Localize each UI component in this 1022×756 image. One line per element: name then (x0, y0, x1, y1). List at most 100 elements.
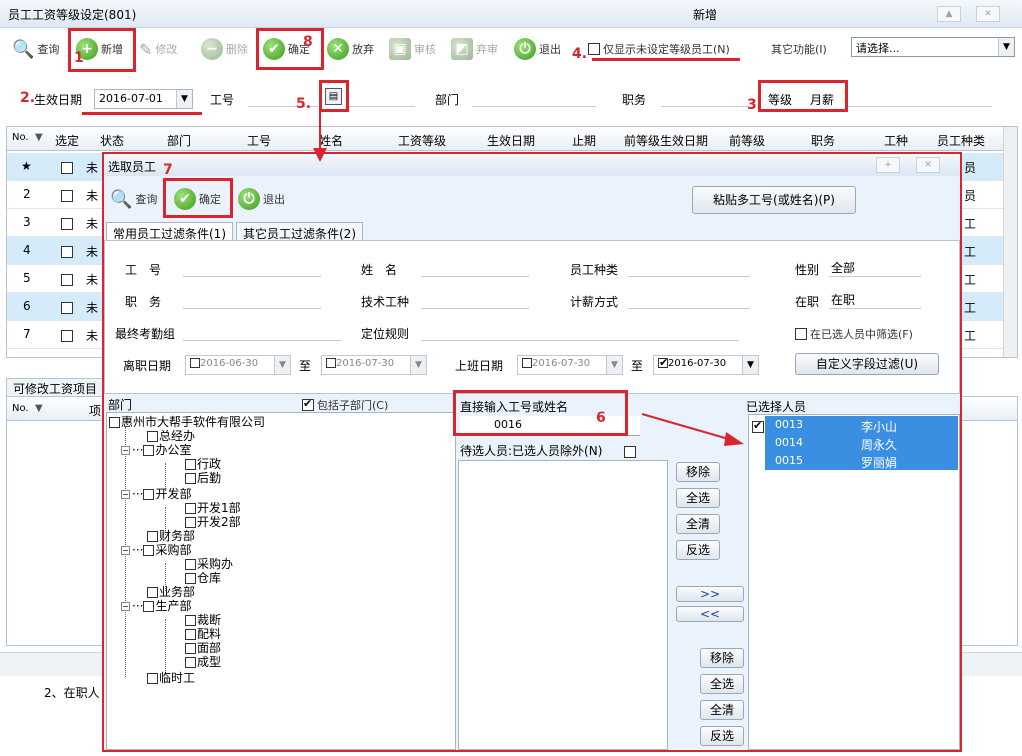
tree-node[interactable]: 采购办 (185, 557, 233, 571)
dialog-close-icon[interactable]: ✕ (916, 157, 940, 173)
filter-job-input[interactable] (183, 291, 321, 309)
select-employee-dialog: 选取员工 + ✕ 🔍 查询 ✔ 确定 ⏻ 退出 粘贴多工号(或姓名)(P) 常用员工过… (102, 152, 962, 752)
tree-node[interactable]: 配料 (185, 627, 221, 641)
move-left-button[interactable]: << (676, 606, 744, 622)
work-to-picker[interactable]: 2016-07-30▼ (653, 355, 759, 375)
filter-empno-input[interactable] (183, 259, 321, 277)
collapse-icon[interactable]: − (121, 490, 130, 499)
filter-in-selected-checkbox[interactable]: 在已选人员中筛选(F) (795, 321, 913, 347)
tree-node[interactable]: 开发2部 (185, 515, 241, 529)
audit-button[interactable]: ▣ 审核 (389, 36, 436, 62)
pending-checkbox[interactable] (624, 445, 636, 458)
row-checkbox[interactable] (61, 329, 73, 342)
selected-checkbox[interactable] (752, 419, 764, 433)
collapse-icon[interactable]: − (121, 546, 130, 555)
tree-node[interactable]: 成型 (185, 655, 221, 669)
tree-node[interactable]: 业务部 (147, 585, 195, 599)
filter-gender-select[interactable]: 全部 (829, 259, 921, 277)
grid-vscrollbar[interactable] (1003, 127, 1017, 357)
edit-button[interactable]: ✎ 修改 (139, 36, 177, 62)
tab-editable-items[interactable]: 可修改工资项目 (6, 378, 106, 396)
annotation-arrow-down (313, 110, 327, 162)
row-checkbox[interactable] (61, 301, 73, 314)
dialog-exit-button[interactable]: ⏻ 退出 (238, 186, 285, 212)
selected-clear-button[interactable]: 全清 (700, 700, 744, 720)
filter-name-input[interactable] (421, 259, 529, 277)
row-checkbox[interactable] (61, 161, 73, 174)
unstamp-icon: ◩ (451, 38, 473, 60)
job-input[interactable] (661, 89, 749, 107)
tree-node[interactable]: 仓库 (185, 571, 221, 585)
selected-invert-button[interactable]: 反选 (700, 726, 744, 746)
annotation-7: 7 (163, 162, 173, 178)
tab-other-filter[interactable]: 其它员工过滤条件(2) (236, 222, 363, 242)
filter-icon[interactable]: ▼ (35, 132, 43, 143)
leave-to-picker[interactable]: 2016-07-30 ▼ (321, 355, 427, 375)
list-item[interactable]: 0015 罗丽娟 (765, 452, 958, 470)
dialog-query-button[interactable]: 🔍 查询 (110, 186, 157, 212)
grid-header: No. ▼ 选定 状态 部门 工号 姓名 工资等级 生效日期 止期 前等级生效日… (7, 127, 1007, 151)
row-checkbox[interactable] (61, 245, 73, 258)
selected-label: 已选择人员 (746, 400, 807, 414)
tree-node[interactable]: 惠州市大帮手软件有限公司 (109, 415, 265, 429)
filter-tech-input[interactable] (421, 291, 529, 309)
pending-select-all-button[interactable]: 全选 (676, 488, 720, 508)
filter-emptype-input[interactable] (628, 259, 750, 277)
other-func-select[interactable]: 请选择... ▼ (851, 37, 1015, 57)
tab-common-filter[interactable]: 常用员工过滤条件(1) (106, 222, 233, 242)
filter-locrule-input[interactable] (421, 323, 739, 341)
row-checkbox[interactable] (61, 273, 73, 286)
work-from-picker[interactable]: 2016-07-30 ▼ (517, 355, 623, 375)
empno-input-2[interactable] (345, 89, 415, 107)
power-icon: ⏻ (238, 188, 260, 210)
filter-pay-input[interactable] (628, 291, 750, 309)
pending-remove-button[interactable]: 移除 (676, 462, 720, 482)
exit-button[interactable]: ⏻ 退出 (514, 36, 561, 62)
tree-node[interactable]: − ··· 开发部 (121, 487, 191, 501)
job-label: 职务 (622, 93, 647, 107)
list-item[interactable]: 0014 周永久 (765, 434, 958, 452)
pending-list[interactable] (458, 460, 668, 750)
pending-clear-button[interactable]: 全清 (676, 514, 720, 534)
filter-onjob-select[interactable]: 在职 (829, 291, 921, 309)
tree-node[interactable]: 财务部 (147, 529, 195, 543)
row-checkbox[interactable] (61, 189, 73, 202)
query-button[interactable]: 🔍 查询 (12, 36, 59, 62)
tree-node[interactable]: 临时工 (147, 671, 195, 685)
filter-attgroup-input[interactable] (183, 323, 341, 341)
close-icon[interactable]: ✕ (976, 6, 1000, 22)
selected-remove-button[interactable]: 移除 (700, 648, 744, 668)
move-right-button[interactable]: >> (676, 586, 744, 602)
pending-label: 待选人员:已选人员除外(N) (460, 444, 603, 458)
pending-invert-button[interactable]: 反选 (676, 540, 720, 560)
tree-node[interactable]: 行政 (185, 457, 221, 471)
tree-node[interactable]: 裁断 (185, 613, 221, 627)
effective-date-label: 生效日期 (34, 93, 83, 107)
tree-node[interactable]: 开发1部 (185, 501, 241, 515)
list-item[interactable]: 0013 李小山 (765, 416, 958, 434)
filter-icon[interactable]: ▼ (35, 403, 43, 414)
minimize-icon[interactable]: ▲ (937, 6, 961, 22)
tree-node[interactable]: − ··· 生产部 (121, 599, 191, 613)
col-select: 选定 (55, 134, 80, 148)
leave-from-picker[interactable]: 2016-06-30 ▼ (185, 355, 291, 375)
dept-input[interactable] (472, 89, 596, 107)
tree-node[interactable]: − ··· 采购部 (121, 543, 191, 557)
collapse-icon[interactable]: − (121, 602, 130, 611)
paste-multiple-button[interactable]: 粘贴多工号(或姓名)(P) (692, 186, 856, 214)
effective-date-picker[interactable]: 2016-07-01 ▼ (94, 89, 193, 109)
dialog-minimize-icon[interactable]: + (876, 157, 900, 173)
discard-button[interactable]: ✕ 放弃 (327, 36, 374, 62)
tree-node[interactable]: 面部 (185, 641, 221, 655)
unaudit-button[interactable]: ◩ 弃审 (451, 36, 498, 62)
row-checkbox[interactable] (61, 217, 73, 230)
grade-input[interactable] (848, 89, 992, 107)
tree-node[interactable]: 后勤 (185, 471, 221, 485)
selected-select-all-button[interactable]: 全选 (700, 674, 744, 694)
chevron-down-icon: ▼ (410, 356, 426, 374)
tree-node[interactable]: 总经办 (147, 429, 195, 443)
custom-field-filter-button[interactable]: 自定义字段过滤(U) (795, 353, 939, 375)
tree-node[interactable]: − ··· 办公室 (121, 443, 191, 457)
delete-button[interactable]: − 删除 (201, 36, 248, 62)
collapse-icon[interactable]: − (121, 446, 130, 455)
